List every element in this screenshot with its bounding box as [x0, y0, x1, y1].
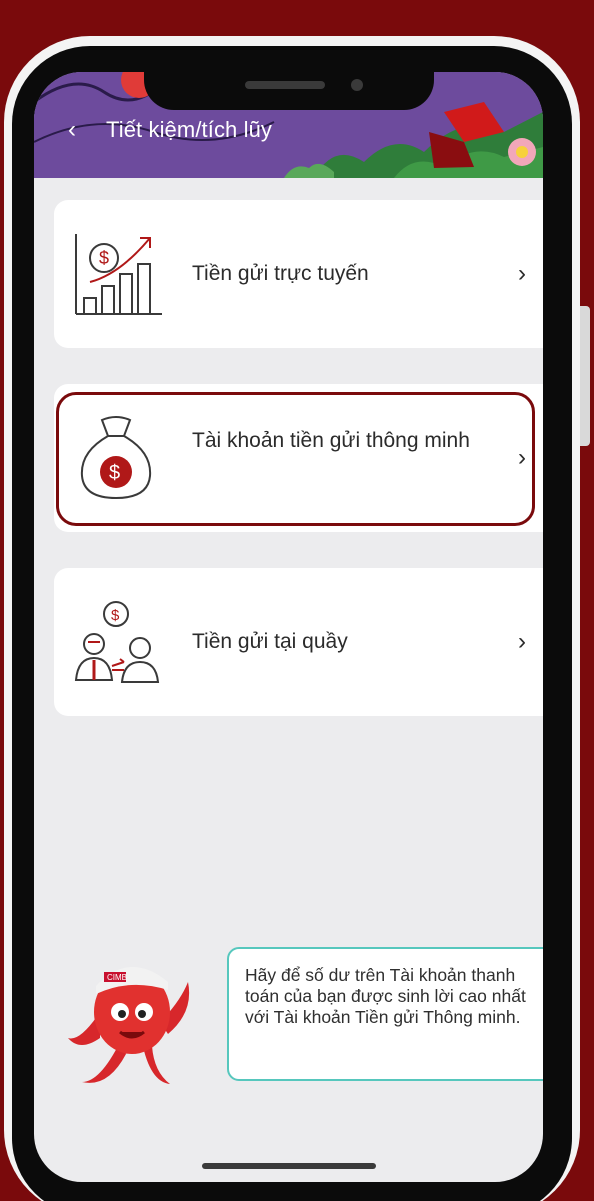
savings-chart-icon: $ [75, 234, 162, 315]
phone-side-button [580, 306, 590, 446]
speaker-grille [245, 81, 325, 89]
option-counter-deposit[interactable]: $ Tiền gửi tại quầy › [54, 568, 543, 716]
tooltip-bubble: Hãy để số dư trên Tài khoản thanh toán c… [227, 947, 543, 1081]
tooltip-text: Hãy để số dư trên Tài khoản thanh toán c… [245, 965, 526, 1027]
app-screen: ‹ Tiết kiệm/tích lũy $ Tiền gửi trực tuy… [34, 72, 543, 1182]
header-bar: ‹ Tiết kiệm/tích lũy [34, 112, 543, 148]
option-label: Tiền gửi tại quầy [192, 630, 348, 653]
home-indicator[interactable] [202, 1163, 376, 1169]
octopus-mascot-icon: CIMB [68, 966, 190, 1084]
chevron-left-icon[interactable]: ‹ [58, 116, 86, 144]
counter-exchange-icon: $ [74, 601, 160, 683]
camera-lens [351, 79, 363, 91]
chevron-right-icon: › [518, 260, 526, 287]
phone-notch [144, 58, 434, 110]
option-online-deposit[interactable]: $ Tiền gửi trực tuyến › [54, 200, 543, 348]
option-label: Tiền gửi trực tuyến [192, 262, 369, 285]
chevron-right-icon: › [518, 628, 526, 655]
selection-highlight [56, 392, 535, 526]
mascot-brand: CIMB [107, 973, 127, 982]
svg-text:$: $ [99, 248, 109, 268]
svg-text:$: $ [111, 607, 120, 624]
page-title: Tiết kiệm/tích lũy [106, 117, 273, 142]
